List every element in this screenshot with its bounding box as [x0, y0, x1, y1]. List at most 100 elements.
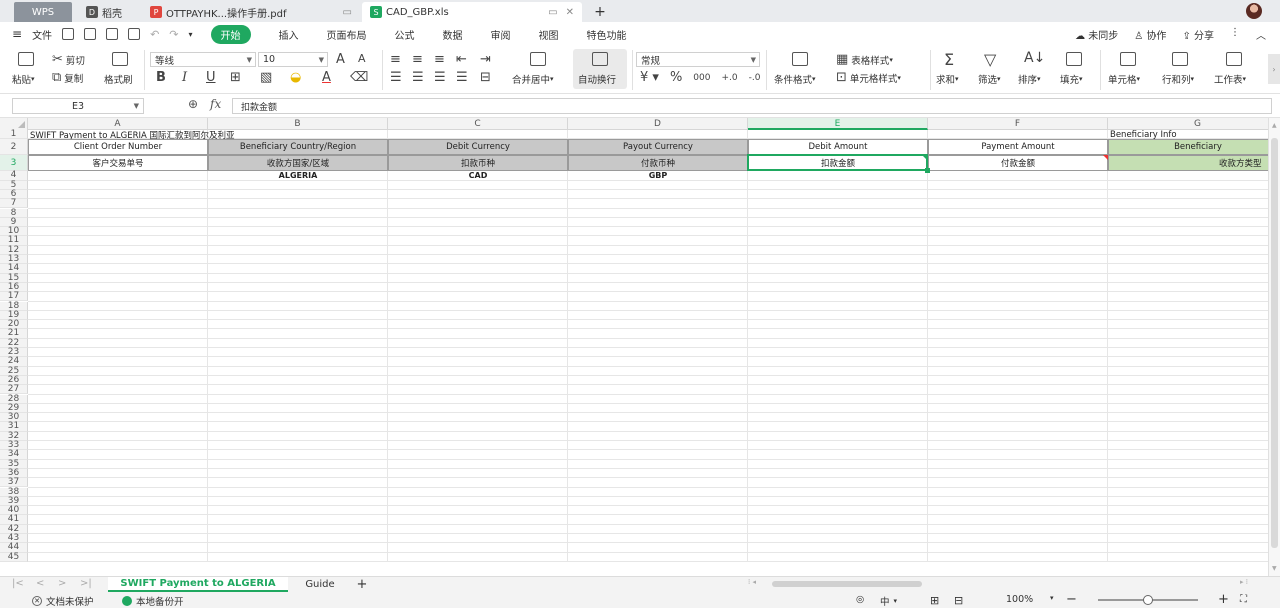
input-mode[interactable]: 中 ▾ — [880, 594, 897, 608]
fill-icon[interactable] — [1066, 52, 1082, 66]
align-top-button[interactable]: ≡ — [390, 52, 404, 67]
page-view-icon[interactable]: ⊟ — [954, 594, 963, 607]
redo-icon[interactable]: ↷ — [169, 28, 178, 41]
undo-icon[interactable]: ↶ — [150, 28, 159, 41]
wps-home-tab[interactable]: WPS — [14, 2, 72, 22]
menu-features[interactable]: 特色功能 — [587, 27, 627, 42]
menu-home[interactable]: 开始 — [210, 24, 251, 44]
menu-formula[interactable]: 公式 — [395, 27, 415, 42]
zoom-level[interactable]: 100% — [1006, 594, 1033, 605]
italic-button[interactable]: I — [182, 70, 190, 85]
cell-e2[interactable]: Debit Amount — [748, 139, 928, 156]
cell-f3[interactable]: 付款金额 — [928, 155, 1108, 172]
decrease-decimal-icon[interactable]: -.0 — [749, 73, 761, 83]
wrap-text-button[interactable]: 自动换行 — [573, 49, 627, 89]
row-header-2[interactable]: 2 — [0, 139, 28, 156]
horizontal-scroll-thumb[interactable] — [772, 581, 922, 587]
split-handle-icon[interactable]: ⁞ ◂ — [748, 578, 756, 586]
align-right-button[interactable]: ☰ — [434, 70, 449, 85]
tab-spreadsheet[interactable]: S CAD_GBP.xls ▭ ✕ — [362, 2, 582, 22]
avatar[interactable] — [1246, 3, 1262, 19]
cell-g2[interactable]: Beneficiary — [1108, 139, 1268, 156]
protect-status[interactable]: ✕ 文档未保护 — [32, 594, 94, 608]
cell-c3[interactable]: 扣款币种 — [388, 155, 568, 172]
border-button[interactable]: ⊞ — [230, 70, 244, 85]
cell-a1[interactable]: SWIFT Payment to ALGERIA 国际汇款到阿尔及利亚 — [28, 130, 568, 140]
scroll-down-icon[interactable]: ▼ — [1272, 565, 1277, 572]
clear-button[interactable]: ⌫ — [350, 70, 371, 85]
merge-center-button[interactable]: 合并居中 ▾ — [512, 72, 554, 86]
preview-icon[interactable] — [128, 28, 141, 40]
fx-icon[interactable]: fx — [210, 97, 221, 111]
font-size-select[interactable]: 10 ▼ — [258, 52, 328, 67]
column-header-e[interactable]: E — [748, 118, 928, 130]
cell-a3[interactable]: 客户交易单号 — [28, 155, 208, 172]
rowcol-icon[interactable] — [1172, 52, 1188, 66]
column-header-a[interactable]: A — [28, 118, 208, 130]
cell-style-button[interactable]: ⊡ 单元格样式 ▾ — [836, 70, 901, 85]
next-sheet-icon[interactable]: > — [58, 578, 66, 589]
chevron-down-icon[interactable]: ▾ — [189, 30, 193, 39]
column-header-f[interactable]: F — [928, 118, 1108, 130]
merge-icon[interactable] — [530, 52, 546, 66]
fill-handle[interactable] — [925, 168, 930, 174]
new-tab-button[interactable]: + — [590, 2, 610, 22]
rowcol-button[interactable]: 行和列 ▾ — [1162, 72, 1194, 86]
scroll-right-icon[interactable]: ▸ ⁞ — [1240, 578, 1248, 586]
distributed-button[interactable]: ⊟ — [480, 70, 494, 85]
more-icon[interactable]: ⋮ — [1230, 27, 1240, 42]
menu-view[interactable]: 视图 — [539, 27, 559, 42]
comment-indicator[interactable] — [1103, 155, 1108, 161]
align-left-button[interactable]: ☰ — [390, 70, 405, 85]
row-header-1[interactable]: 1 — [0, 129, 28, 140]
cell-icon[interactable] — [1120, 52, 1136, 66]
zoom-slider-knob[interactable] — [1143, 595, 1153, 605]
prev-sheet-icon[interactable]: < — [36, 578, 44, 589]
vertical-scrollbar[interactable]: ▲ ▼ — [1268, 118, 1280, 576]
export-icon[interactable] — [84, 28, 97, 40]
sum-button[interactable]: 求和 ▾ — [936, 72, 959, 86]
conditional-format-button[interactable]: 条件格式 ▾ — [774, 72, 816, 86]
tab-monitor-icon[interactable]: ▭ — [548, 7, 557, 18]
worksheet-icon[interactable] — [1226, 52, 1242, 66]
justify-button[interactable]: ☰ — [456, 70, 471, 85]
ribbon-scroll-right[interactable]: › — [1268, 54, 1280, 84]
normal-view-icon[interactable]: ⊞ — [930, 594, 939, 607]
menu-data[interactable]: 数据 — [443, 27, 463, 42]
indent-decrease-button[interactable]: ⇤ — [456, 52, 470, 67]
collapse-ribbon-icon[interactable]: ︿ — [1256, 27, 1266, 42]
currency-icon[interactable]: ¥ ▾ — [640, 70, 659, 85]
cell-d4[interactable]: GBP — [568, 171, 748, 180]
fill-button[interactable]: 填充 ▾ — [1060, 72, 1083, 86]
save-icon[interactable] — [62, 28, 75, 40]
align-middle-button[interactable]: ≡ — [412, 52, 426, 67]
filter-button[interactable]: 筛选 ▾ — [978, 72, 1001, 86]
tab-pdf[interactable]: P OTTPAYHK...操作手册.pdf ▭ — [142, 2, 360, 22]
grow-font-button[interactable]: A — [336, 52, 348, 67]
sort-button[interactable]: 排序 ▾ — [1018, 72, 1041, 86]
align-bottom-button[interactable]: ≡ — [434, 52, 448, 67]
tab-daoke[interactable]: D 稻壳 — [78, 2, 140, 22]
cell-f2[interactable]: Payment Amount — [928, 139, 1108, 156]
conditional-format-icon[interactable] — [792, 52, 808, 66]
increase-decimal-icon[interactable]: +.0 — [721, 73, 737, 83]
column-header-d[interactable]: D — [568, 118, 748, 130]
add-sheet-button[interactable]: + — [352, 577, 372, 592]
print-icon[interactable] — [106, 28, 119, 40]
percent-icon[interactable]: % — [670, 70, 682, 85]
menu-review[interactable]: 审阅 — [491, 27, 511, 42]
close-icon[interactable]: ✕ — [566, 7, 574, 18]
tab-monitor-icon[interactable]: ▭ — [343, 7, 352, 18]
first-sheet-icon[interactable]: |< — [12, 578, 24, 589]
cell-b3[interactable]: 收款方国家/区域 — [208, 155, 388, 172]
underline-button[interactable]: U — [206, 70, 219, 85]
row-header-45[interactable]: 45 — [0, 552, 28, 562]
worksheet-button[interactable]: 工作表 ▾ — [1214, 72, 1246, 86]
align-center-button[interactable]: ☰ — [412, 70, 427, 85]
column-header-c[interactable]: C — [388, 118, 568, 130]
comment-indicator[interactable] — [922, 155, 927, 161]
sheet-tab-swift[interactable]: SWIFT Payment to ALGERIA — [108, 577, 288, 592]
thousands-icon[interactable]: 000 — [693, 73, 710, 83]
eye-protect-icon[interactable]: ◎ — [856, 594, 864, 605]
format-painter-button[interactable]: 格式刷 — [104, 72, 133, 86]
